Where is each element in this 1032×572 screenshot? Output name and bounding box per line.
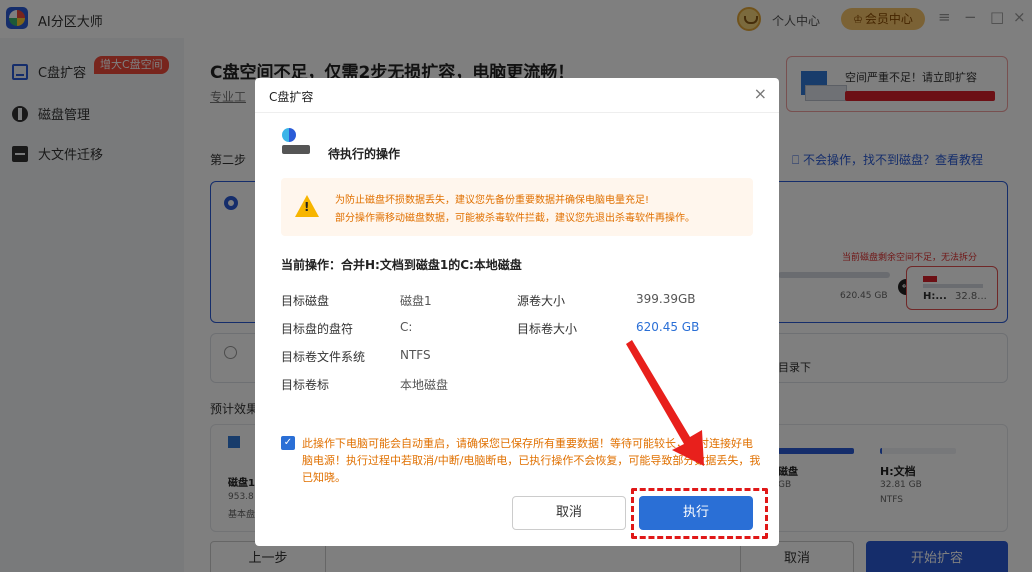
execute-highlight-box xyxy=(631,488,768,539)
detail-label: 目标盘的盘符 xyxy=(281,322,354,336)
detail-value: 磁盘1 xyxy=(400,294,432,308)
detail-value: NTFS xyxy=(400,348,431,362)
warning-text: 为防止磁盘坏损数据丢失，建议您先备份重要数据并确保电脑电量充足! xyxy=(335,195,650,206)
detail-value: 620.45 GB xyxy=(636,320,700,334)
divider xyxy=(255,112,779,113)
detail-value: 本地磁盘 xyxy=(400,378,449,392)
current-operation: 当前操作：合并H:文档到磁盘1的C:本地磁盘 xyxy=(281,258,522,272)
dialog-title: C盘扩容 xyxy=(269,90,314,104)
warning-icon xyxy=(295,195,319,217)
detail-label: 目标卷文件系统 xyxy=(281,350,366,364)
pending-operation-icon xyxy=(282,128,310,156)
detail-label: 目标卷大小 xyxy=(517,322,578,336)
confirm-checkbox[interactable]: ✓ xyxy=(281,436,295,450)
pointer-arrow-icon xyxy=(626,340,704,466)
detail-value: 399.39GB xyxy=(636,292,696,306)
detail-label: 源卷大小 xyxy=(517,294,566,308)
pending-title: 待执行的操作 xyxy=(328,147,401,161)
warning-text: 部分操作需移动磁盘数据，可能被杀毒软件拦截，建议您先退出杀毒软件再操作。 xyxy=(335,213,695,224)
detail-value: C: xyxy=(400,320,413,334)
dialog-cancel-button[interactable]: 取消 xyxy=(512,496,626,530)
confirm-dialog: C盘扩容 × 待执行的操作 为防止磁盘坏损数据丢失，建议您先备份重要数据并确保电… xyxy=(255,78,779,546)
close-icon[interactable]: × xyxy=(754,84,767,103)
detail-label: 目标卷标 xyxy=(281,378,330,392)
detail-label: 目标磁盘 xyxy=(281,294,330,308)
warning-box: 为防止磁盘坏损数据丢失，建议您先备份重要数据并确保电脑电量充足! 部分操作需移动… xyxy=(281,178,753,236)
